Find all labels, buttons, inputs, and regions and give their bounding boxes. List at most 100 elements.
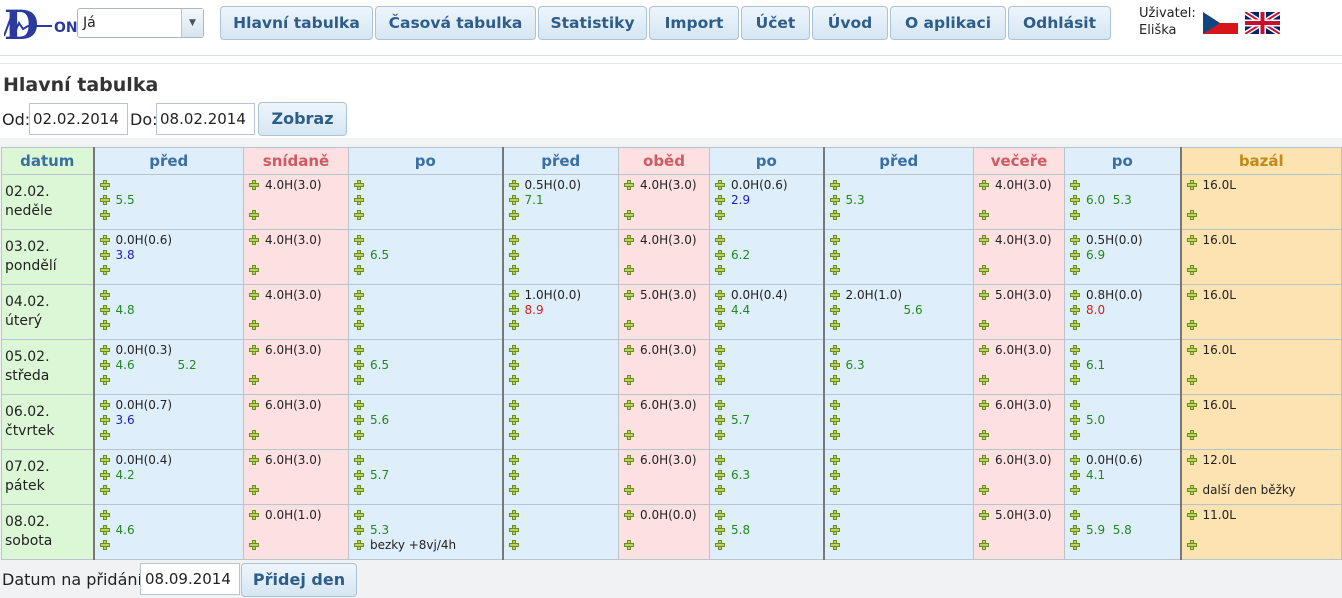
plus-icon[interactable] — [1070, 400, 1080, 410]
plus-icon[interactable] — [829, 455, 840, 465]
plus-icon[interactable] — [715, 320, 725, 331]
plus-icon[interactable] — [249, 455, 259, 465]
plus-icon[interactable] — [1070, 180, 1080, 190]
plus-icon[interactable] — [249, 430, 259, 441]
plus-icon[interactable] — [249, 345, 259, 355]
plus-icon[interactable] — [1070, 430, 1080, 441]
plus-icon[interactable] — [99, 320, 110, 331]
plus-icon[interactable] — [99, 305, 110, 316]
plus-icon[interactable] — [1070, 415, 1080, 426]
plus-icon[interactable] — [1070, 290, 1080, 300]
plus-icon[interactable] — [249, 510, 259, 520]
plus-icon[interactable] — [354, 485, 364, 496]
plus-icon[interactable] — [979, 235, 989, 245]
plus-icon[interactable] — [249, 265, 259, 276]
plus-icon[interactable] — [624, 210, 634, 221]
plus-icon[interactable] — [354, 265, 364, 276]
flag-cz-icon[interactable] — [1203, 12, 1238, 34]
plus-icon[interactable] — [829, 540, 840, 551]
plus-icon[interactable] — [829, 375, 840, 386]
plus-icon[interactable] — [508, 345, 519, 355]
nav-main-table[interactable]: Hlavní tabulka — [220, 6, 373, 40]
plus-icon[interactable] — [99, 510, 110, 520]
plus-icon[interactable] — [508, 540, 519, 551]
flag-uk-icon[interactable] — [1245, 12, 1280, 34]
plus-icon[interactable] — [99, 235, 110, 245]
nav-time-table[interactable]: Časová tabulka — [375, 6, 536, 40]
plus-icon[interactable] — [354, 195, 364, 206]
plus-icon[interactable] — [99, 455, 110, 465]
plus-icon[interactable] — [99, 525, 110, 536]
plus-icon[interactable] — [354, 430, 364, 441]
plus-icon[interactable] — [1070, 540, 1080, 551]
plus-icon[interactable] — [354, 235, 364, 245]
plus-icon[interactable] — [715, 345, 725, 355]
plus-icon[interactable] — [249, 290, 259, 300]
plus-icon[interactable] — [829, 400, 840, 410]
plus-icon[interactable] — [1186, 290, 1197, 300]
plus-icon[interactable] — [979, 290, 989, 300]
plus-icon[interactable] — [1186, 210, 1197, 221]
plus-icon[interactable] — [624, 375, 634, 386]
plus-icon[interactable] — [99, 345, 110, 355]
plus-icon[interactable] — [715, 525, 725, 536]
plus-icon[interactable] — [1186, 540, 1197, 551]
plus-icon[interactable] — [979, 265, 989, 276]
from-date-input[interactable]: 02.02.2014 — [29, 103, 128, 135]
plus-icon[interactable] — [1070, 470, 1080, 481]
plus-icon[interactable] — [354, 470, 364, 481]
plus-icon[interactable] — [715, 540, 725, 551]
plus-icon[interactable] — [715, 290, 725, 300]
plus-icon[interactable] — [1070, 250, 1080, 261]
plus-icon[interactable] — [354, 375, 364, 386]
plus-icon[interactable] — [829, 210, 840, 221]
plus-icon[interactable] — [1070, 345, 1080, 355]
plus-icon[interactable] — [508, 210, 519, 221]
nav-account[interactable]: Účet — [741, 6, 810, 40]
plus-icon[interactable] — [979, 210, 989, 221]
plus-icon[interactable] — [979, 455, 989, 465]
plus-icon[interactable] — [715, 485, 725, 496]
plus-icon[interactable] — [715, 415, 725, 426]
plus-icon[interactable] — [715, 235, 725, 245]
plus-icon[interactable] — [829, 360, 840, 371]
plus-icon[interactable] — [829, 320, 840, 331]
plus-icon[interactable] — [1070, 375, 1080, 386]
plus-icon[interactable] — [1186, 455, 1197, 465]
plus-icon[interactable] — [508, 180, 519, 190]
plus-icon[interactable] — [1070, 510, 1080, 520]
plus-icon[interactable] — [354, 305, 364, 316]
nav-intro[interactable]: Úvod — [812, 6, 888, 40]
plus-icon[interactable] — [1070, 195, 1080, 206]
plus-icon[interactable] — [715, 400, 725, 410]
plus-icon[interactable] — [715, 455, 725, 465]
plus-icon[interactable] — [624, 510, 634, 520]
plus-icon[interactable] — [249, 210, 259, 221]
plus-icon[interactable] — [979, 400, 989, 410]
plus-icon[interactable] — [354, 290, 364, 300]
plus-icon[interactable] — [508, 400, 519, 410]
plus-icon[interactable] — [715, 430, 725, 441]
plus-icon[interactable] — [1070, 360, 1080, 371]
plus-icon[interactable] — [715, 375, 725, 386]
plus-icon[interactable] — [249, 485, 259, 496]
plus-icon[interactable] — [829, 290, 840, 300]
plus-icon[interactable] — [508, 265, 519, 276]
plus-icon[interactable] — [508, 360, 519, 371]
plus-icon[interactable] — [99, 485, 110, 496]
plus-icon[interactable] — [1186, 235, 1197, 245]
plus-icon[interactable] — [1186, 375, 1197, 386]
plus-icon[interactable] — [979, 375, 989, 386]
plus-icon[interactable] — [249, 400, 259, 410]
plus-icon[interactable] — [354, 455, 364, 465]
plus-icon[interactable] — [508, 485, 519, 496]
plus-icon[interactable] — [1070, 485, 1080, 496]
plus-icon[interactable] — [979, 510, 989, 520]
plus-icon[interactable] — [508, 320, 519, 331]
plus-icon[interactable] — [1070, 305, 1080, 316]
plus-icon[interactable] — [99, 180, 110, 190]
plus-icon[interactable] — [508, 415, 519, 426]
chevron-down-icon[interactable]: ▼ — [181, 9, 203, 37]
plus-icon[interactable] — [99, 265, 110, 276]
plus-icon[interactable] — [829, 510, 840, 520]
